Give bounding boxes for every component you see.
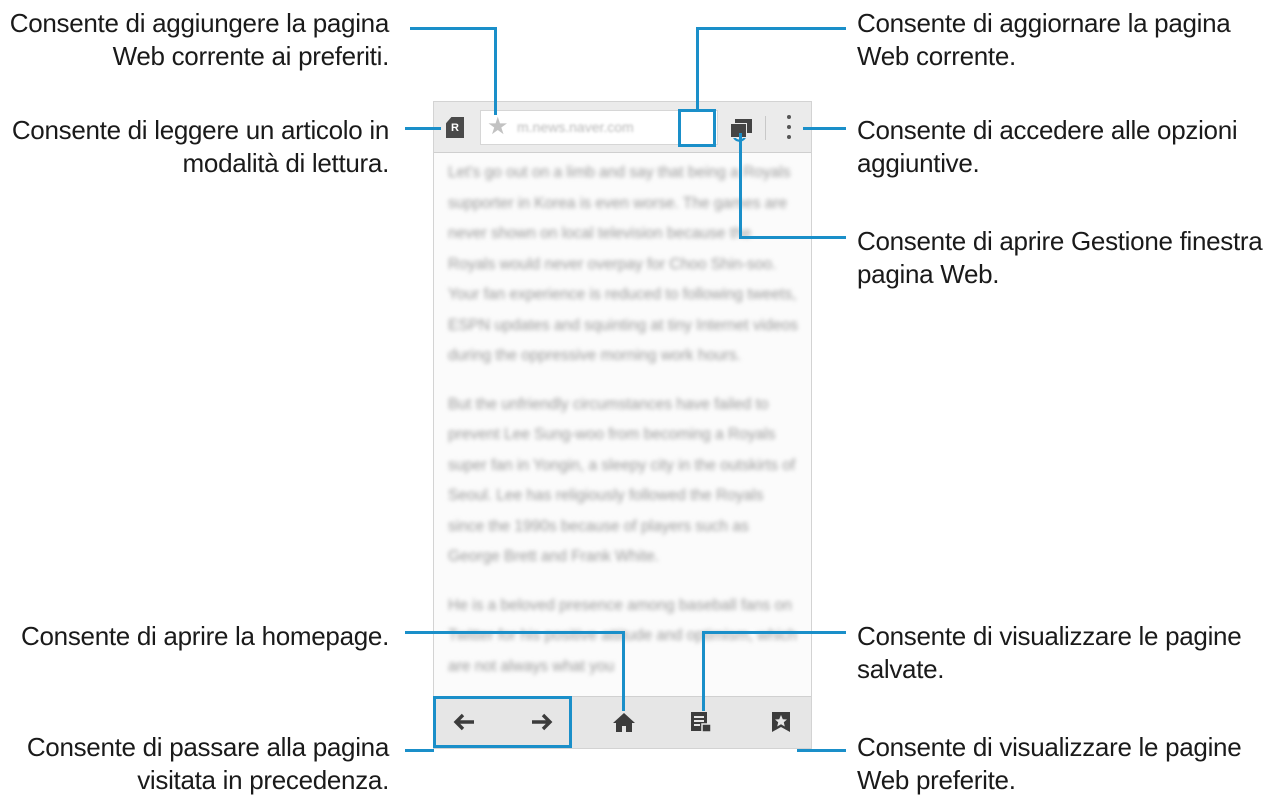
bookmark-star-icon[interactable]: ★ <box>487 113 509 141</box>
options-annotation: Consente di accedere alle opzioni aggiun… <box>857 115 1238 178</box>
backforward-annotation: Consente di passare alla pagina visitata… <box>26 732 389 795</box>
windows-annotation: Consente di aprire Gestione finestra pag… <box>857 226 1263 289</box>
leader-line <box>405 127 441 130</box>
leader-line <box>803 127 846 130</box>
refresh-highlight <box>678 109 716 147</box>
leader-line <box>702 631 705 711</box>
favorites-annotation: Consente di visualizzare le pagine Web p… <box>857 732 1242 795</box>
article-content: Let's go out on a limb and say that bein… <box>448 158 798 700</box>
reader-annotation: Consente di leggere un articolo in modal… <box>11 115 389 178</box>
back-forward-highlight <box>433 696 572 748</box>
bookmarks-icon[interactable] <box>771 711 791 733</box>
refresh-annotation: Consente di aggiornare la pagina Web cor… <box>857 8 1231 71</box>
leader-line <box>405 631 625 634</box>
leader-line <box>696 27 699 110</box>
article-paragraph: But the unfriendly circumstances have fa… <box>448 395 796 566</box>
leader-line <box>739 133 742 239</box>
home-annotation: Consente di aprire la homepage. <box>21 621 389 651</box>
reader-mode-icon[interactable]: R <box>446 117 464 138</box>
leader-line <box>405 749 434 752</box>
browser-toolbar: R ★ m.news.naver.com <box>434 102 811 153</box>
leader-line <box>739 236 846 239</box>
saved-pages-icon[interactable] <box>690 711 712 733</box>
more-options-icon[interactable] <box>787 115 791 145</box>
article-paragraph: Let's go out on a limb and say that bein… <box>448 164 798 364</box>
bookmark-annotation: Consente di aggiungere la pagina Web cor… <box>9 8 390 71</box>
leader-line <box>797 749 846 752</box>
leader-line <box>702 631 846 634</box>
saved-annotation: Consente di visualizzare le pagine salva… <box>857 621 1242 684</box>
url-text[interactable]: m.news.naver.com <box>517 119 634 135</box>
leader-line <box>696 27 846 30</box>
leader-line <box>410 27 497 30</box>
toolbar-divider <box>765 116 766 140</box>
home-icon[interactable] <box>612 712 636 733</box>
leader-line <box>622 631 625 711</box>
leader-line <box>494 27 497 115</box>
